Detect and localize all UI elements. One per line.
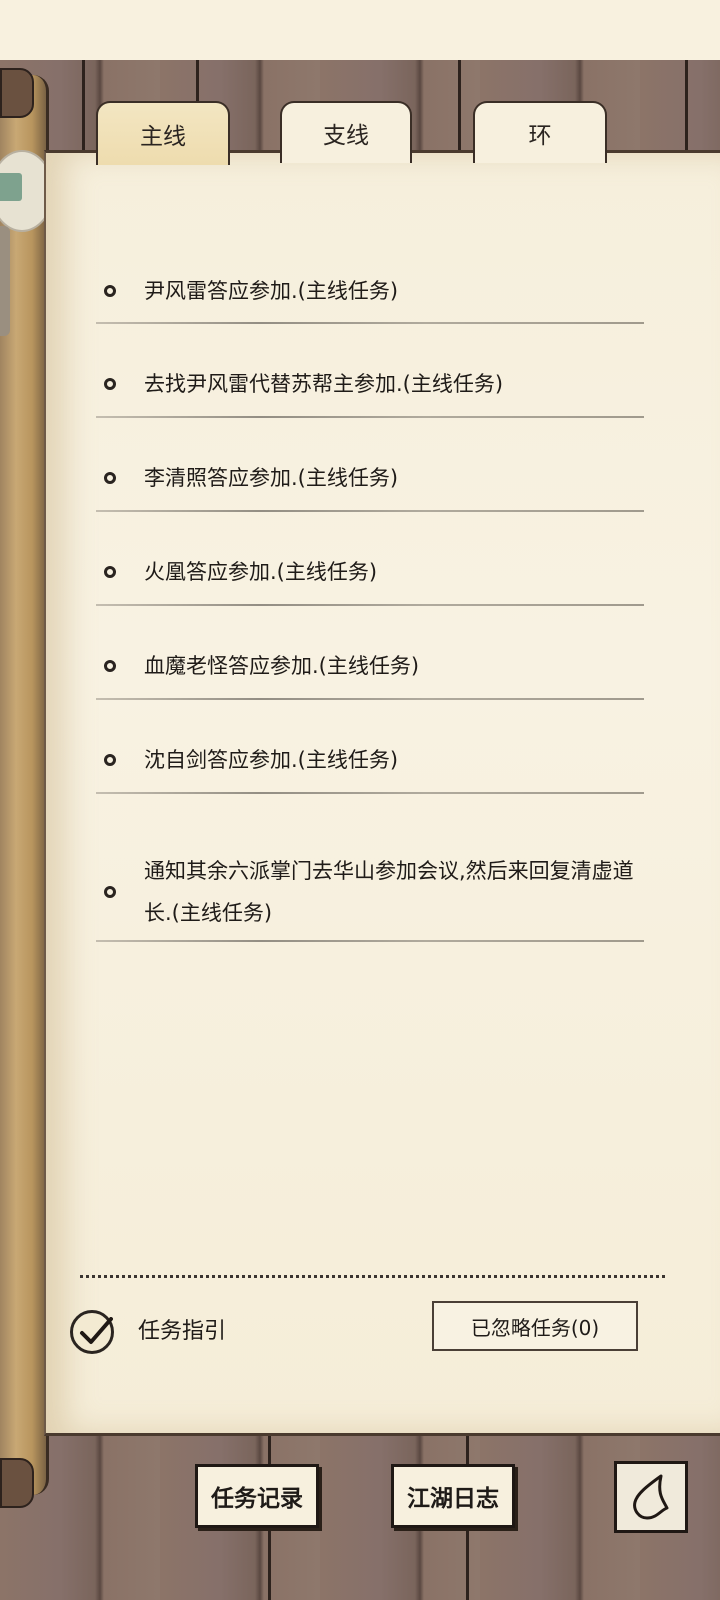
tab-label: 主线 [140,124,186,150]
guide-checkbox[interactable] [70,1310,114,1354]
quest-text: 血魔老怪答应参加.(主线任务) [144,654,420,678]
bullet-icon [104,378,116,390]
tab-side-quest[interactable]: 支线 [280,101,412,163]
roller-cap-bottom [0,1458,34,1508]
quest-item[interactable]: 去找尹风雷代替苏帮主参加.(主线任务) [96,363,644,405]
bullet-icon [104,472,116,484]
quest-item[interactable]: 尹风雷答应参加.(主线任务) [96,270,644,312]
quest-divider [96,416,644,418]
quest-text: 沈自剑答应参加.(主线任务) [144,748,399,772]
ignored-quests-label: 已忽略任务(0) [470,1315,600,1340]
ignored-quests-button[interactable]: 已忽略任务(0) [432,1301,638,1351]
guide-label[interactable]: 任务指引 [138,1313,226,1345]
bullet-icon [104,660,116,672]
quest-text: 尹风雷答应参加.(主线任务) [144,279,399,303]
quest-record-button[interactable]: 任务记录 [195,1464,319,1528]
quest-text: 去找尹风雷代替苏帮主参加.(主线任务) [144,372,504,396]
quest-item[interactable]: 火凰答应参加.(主线任务) [96,551,644,593]
jianghu-journal-button[interactable]: 江湖日志 [391,1464,515,1528]
tab-label: 支线 [323,123,369,149]
quest-item[interactable]: 沈自剑答应参加.(主线任务) [96,739,644,781]
quest-item[interactable]: 通知其余六派掌门去华山参加会议,然后来回复清虚道长.(主线任务) [96,850,644,934]
tab-ring-quest[interactable]: 环 [473,101,607,163]
quest-text: 李清照答应参加.(主线任务) [144,466,399,490]
side-pull-tab[interactable] [0,226,10,336]
wood-crack [82,60,85,150]
quest-item[interactable]: 血魔老怪答应参加.(主线任务) [96,645,644,687]
wood-crack [685,60,688,150]
checkmark-icon [80,1317,113,1344]
quest-text: 火凰答应参加.(主线任务) [144,560,378,584]
bullet-icon [104,566,116,578]
bullet-icon [104,285,116,297]
quest-record-label: 任务记录 [211,1486,303,1512]
status-bar-area [0,0,720,60]
quest-text: 通知其余六派掌门去华山参加会议,然后来回复清虚道长.(主线任务) [144,859,634,925]
quest-divider [96,792,644,794]
quest-divider [96,604,644,606]
tab-label: 环 [528,123,552,149]
quest-divider [96,940,644,942]
bullet-icon [104,754,116,766]
quest-item[interactable]: 李清照答应参加.(主线任务) [96,457,644,499]
quest-divider [96,698,644,700]
bullet-icon [104,886,116,898]
dotted-divider [80,1275,665,1278]
tab-main-quest[interactable]: 主线 [96,101,230,165]
wood-crack [458,60,461,150]
jianghu-journal-label: 江湖日志 [407,1486,499,1512]
roller-cap-top [0,68,34,118]
quest-divider [96,510,644,512]
quest-divider [96,322,644,324]
back-button[interactable] [614,1461,688,1533]
back-arrow-icon [633,1474,669,1520]
